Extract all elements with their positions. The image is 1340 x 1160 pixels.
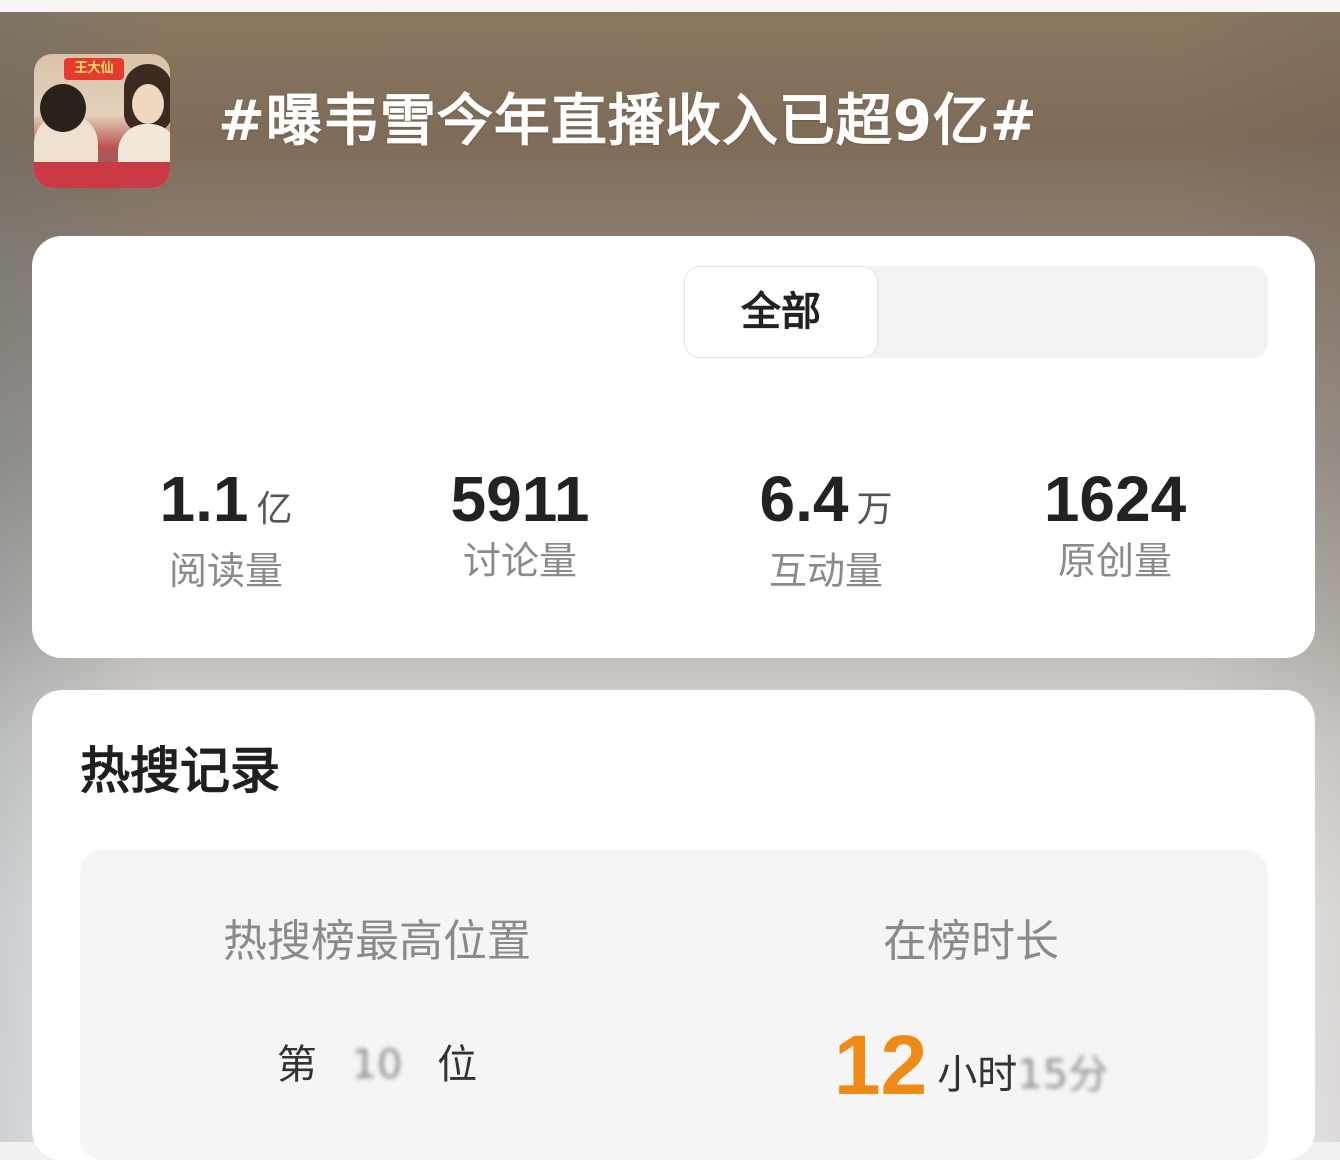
duration-column: 在榜时长 12 小时15分 [674,912,1268,1110]
stat-read-number: 1.1 亿 [96,464,356,544]
stat-interaction-unit: 万 [856,488,893,529]
duration-unit: 小时 [937,1052,1018,1098]
stat-discussion-label: 讨论量 [462,539,577,583]
peak-position-label: 热搜榜最高位置 [223,916,531,967]
stat-interaction-number: 6.4 万 [696,464,956,544]
peak-prefix: 第 [276,1042,317,1088]
avatar-table [34,162,170,188]
top-strip [0,0,1340,12]
stat-original: 1624 原创量 [985,464,1245,586]
stat-original-number: 1624 [985,464,1245,534]
stat-read-value: 1.1 [159,463,249,535]
peak-position-value: 第 10 位 [80,1020,674,1110]
peak-position-column: 热搜榜最高位置 第 10 位 [80,912,674,1110]
hot-search-heading: 热搜记录 [80,742,280,800]
stat-interaction-label: 互动量 [768,549,883,593]
stat-interaction: 6.4 万 互动量 [696,464,956,596]
stat-discussion-number: 5911 [390,464,650,534]
avatar-hair-left [40,84,86,132]
duration-hours: 12 [833,1018,928,1112]
duration-label: 在榜时长 [883,916,1059,967]
stat-read-label: 阅读量 [168,549,283,593]
stat-interaction-value: 6.4 [759,463,849,535]
avatar-sign: 王大仙 [64,58,124,80]
stat-read-unit: 亿 [256,488,293,529]
stat-original-value: 1624 [1043,463,1187,535]
hot-search-card: 热搜记录 热搜榜最高位置 第 10 位 在榜时长 12 小时15分 [32,690,1315,1160]
stat-discussion-value: 5911 [450,463,590,535]
stats-card: 全部 1.1 亿 阅读量 5911 讨论量 6.4 万 互动量 1624 原创量 [32,236,1315,658]
stat-read: 1.1 亿 阅读量 [96,464,356,596]
stat-discussion: 5911 讨论量 [390,464,650,586]
tab-all[interactable]: 全部 [684,266,878,358]
stat-original-label: 原创量 [1057,539,1172,583]
duration-tail-obscured: 15分 [1017,1052,1109,1098]
topic-avatar-image[interactable]: 王大仙 [34,54,170,188]
duration-value: 12 小时15分 [674,1020,1268,1110]
avatar-face-right [132,84,164,124]
peak-value-obscured: 10 [351,1042,403,1088]
hot-search-record-panel: 热搜榜最高位置 第 10 位 在榜时长 12 小时15分 [80,850,1268,1160]
topic-title: #曝韦雪今年直播收入已超9亿# [218,89,1038,154]
peak-suffix: 位 [437,1042,478,1088]
filter-tabs: 全部 [684,266,1268,358]
